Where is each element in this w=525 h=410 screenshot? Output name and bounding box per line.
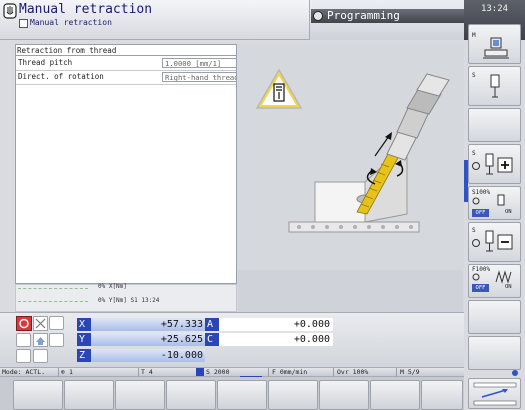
divider [16, 84, 236, 85]
m-functions: M 5/9 [400, 368, 420, 376]
status-button[interactable] [49, 333, 64, 347]
softkey-6[interactable] [268, 380, 318, 410]
softkey-7[interactable] [319, 380, 369, 410]
home-reference-icon[interactable] [33, 333, 48, 347]
rotation-direction-label: Direct. of rotation [18, 72, 104, 81]
off-toggle[interactable]: OFF [472, 284, 489, 292]
on-label[interactable]: ON [505, 284, 512, 290]
axis-c-label: C [205, 333, 219, 346]
axis-z-value: -10.000 [91, 349, 205, 362]
override: Ovr 100% [337, 368, 369, 376]
load-bar-y [18, 301, 88, 302]
spindle-s-icon [490, 74, 500, 98]
spindle-speed: S 2000 [206, 368, 230, 376]
axis-a-label: A [205, 318, 219, 331]
softkey-4[interactable] [166, 380, 216, 410]
mode-title: Manual retraction [19, 2, 153, 17]
empty-softkey[interactable] [468, 336, 521, 370]
axis-y-label: Y [77, 333, 91, 346]
thread-pitch-field[interactable]: 1.0000 [mm/1] [162, 58, 237, 68]
softkey-2[interactable] [64, 380, 114, 410]
axis-z-label: Z [77, 349, 91, 362]
on-label[interactable]: ON [505, 209, 512, 215]
spindle-minus-icon [472, 230, 513, 252]
axis-c-value: +0.000 [219, 333, 333, 346]
off-toggle[interactable]: OFF [472, 209, 489, 217]
load-bar-x [18, 288, 88, 289]
spindle-plus-icon [472, 153, 513, 175]
programming-label[interactable]: Programming [327, 9, 400, 22]
status-button[interactable] [16, 349, 31, 363]
softkey-switch-icon [473, 382, 517, 406]
status-button[interactable] [33, 349, 48, 363]
softkey-5[interactable] [217, 380, 267, 410]
m-label: M [472, 32, 476, 39]
spindle-override-icon [472, 194, 505, 206]
divider [16, 70, 236, 71]
axis-y-value: +25.625 [91, 333, 205, 346]
form-section-title: Retraction from thread [17, 46, 117, 55]
s-label: S [472, 72, 476, 79]
divider [333, 368, 334, 377]
warning-icon [255, 68, 303, 109]
tool-call: T 4 [141, 368, 153, 376]
manual-mode-icon [3, 3, 17, 19]
softkey-1[interactable] [13, 380, 63, 410]
tool-number-icon: ⊕ [61, 368, 65, 376]
axis-x-value: +57.333 [91, 318, 205, 331]
thread-pitch-label: Thread pitch [18, 58, 73, 67]
spindle-m-icon [483, 37, 509, 59]
spindle-axis-icon [196, 368, 204, 376]
mode-actl-text: Mode: ACTL. [2, 368, 46, 376]
empty-softkey[interactable] [468, 108, 521, 142]
load-x-text: 0% X[Nm] [98, 283, 127, 290]
divider [138, 368, 139, 377]
status-button[interactable] [16, 333, 31, 347]
rotation-direction-field[interactable]: Right-hand thread [162, 72, 237, 82]
graphic-footer [238, 270, 463, 312]
axis-x-label: X [77, 318, 91, 331]
load-y-text: 0% Y[Nm] S1 13:24 [98, 297, 160, 304]
empty-softkey[interactable] [468, 300, 521, 334]
stop-icon[interactable] [16, 316, 32, 331]
divider [396, 368, 397, 377]
softkey-8[interactable] [370, 380, 420, 410]
feed-rate: F 0mm/min [272, 368, 308, 376]
feed-override-icon [472, 270, 512, 284]
softkey-9[interactable] [421, 380, 463, 410]
divider [58, 368, 59, 377]
scroll-indicator [512, 370, 518, 376]
divider [16, 55, 236, 56]
clock: 13:24 [480, 4, 509, 14]
manual-small-icon [19, 19, 28, 28]
mode-subtitle: Manual retraction [30, 18, 112, 27]
cancel-icon[interactable] [33, 316, 48, 331]
axis-a-value: +0.000 [219, 318, 333, 331]
softkey-3[interactable] [115, 380, 165, 410]
programming-icon [313, 11, 323, 21]
status-button[interactable] [49, 316, 64, 330]
divider [268, 368, 269, 377]
tool-number: 1 [69, 368, 73, 376]
